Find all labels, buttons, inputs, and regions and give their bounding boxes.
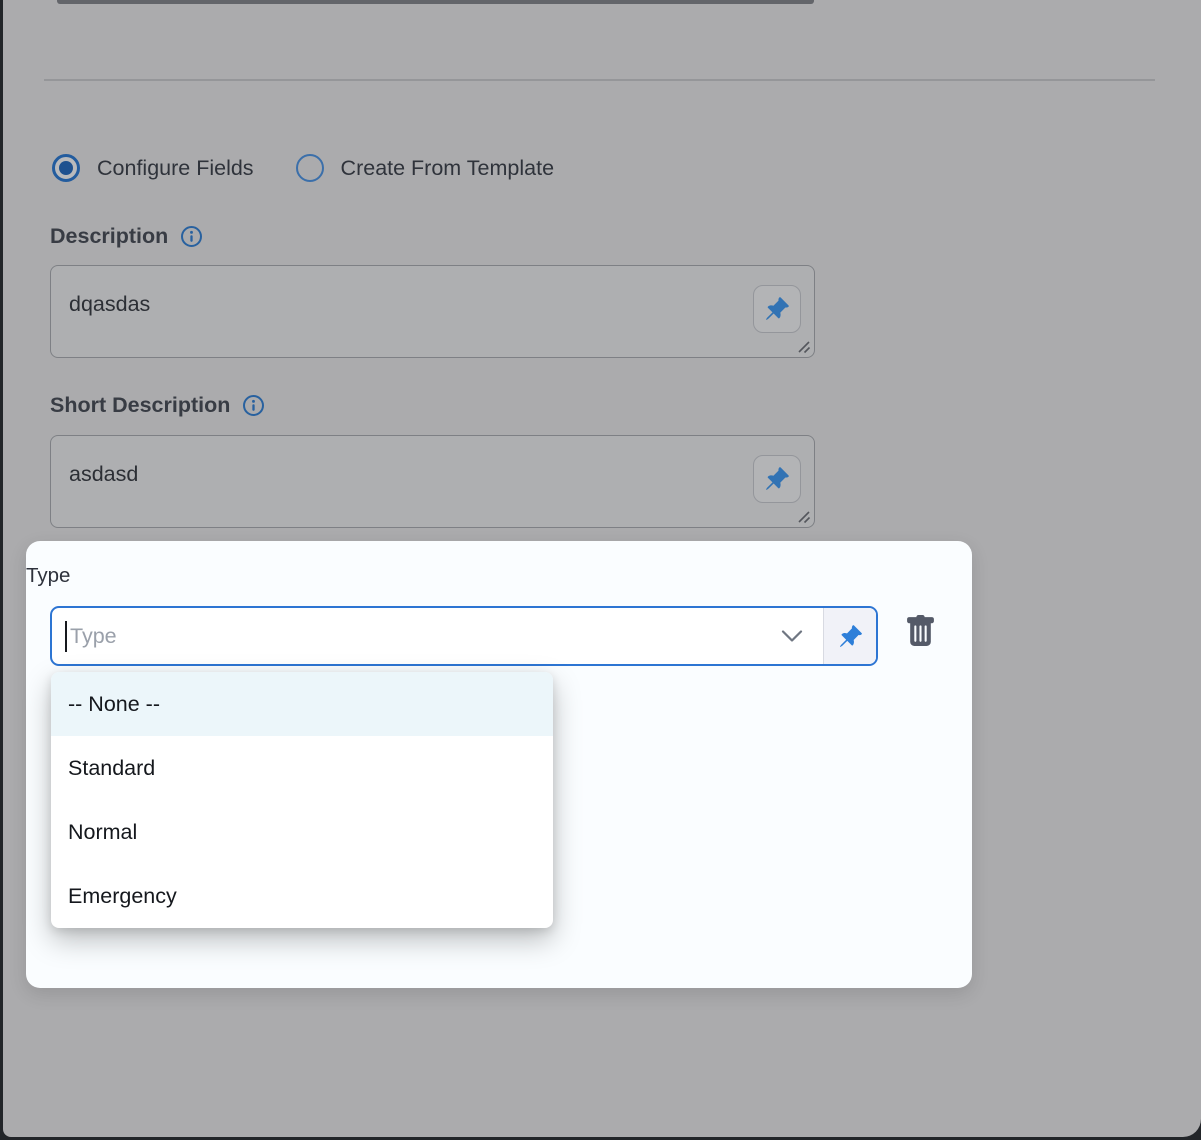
radio-option-create-from-template[interactable]: Create From Template	[296, 154, 555, 182]
section-divider	[44, 79, 1155, 81]
type-combobox-input[interactable]: Type	[52, 608, 823, 664]
radio-label: Configure Fields	[97, 156, 254, 181]
delete-field-button[interactable]	[898, 608, 942, 654]
resize-handle[interactable]	[796, 509, 811, 524]
radio-unselected-icon[interactable]	[296, 154, 324, 182]
type-dropdown-list: -- None -- Standard Normal Emergency	[51, 672, 553, 928]
dropdown-option-emergency[interactable]: Emergency	[51, 864, 553, 928]
type-combobox[interactable]: Type	[50, 606, 878, 666]
radio-selected-icon[interactable]	[52, 154, 80, 182]
page-background: Configure Fields Create From Template De…	[0, 0, 1201, 1140]
dropdown-option-none[interactable]: -- None --	[51, 672, 553, 736]
description-label: Description	[50, 224, 168, 249]
pin-button[interactable]	[753, 285, 801, 333]
type-label: Type	[26, 564, 70, 588]
description-value: dqasdas	[69, 292, 150, 317]
short-description-label: Short Description	[50, 393, 230, 418]
resize-handle[interactable]	[796, 339, 811, 354]
chevron-down-icon[interactable]	[781, 629, 803, 643]
radio-option-configure-fields[interactable]: Configure Fields	[52, 154, 254, 182]
trash-icon	[904, 613, 937, 650]
info-icon[interactable]	[242, 394, 265, 417]
pushpin-icon	[838, 624, 863, 649]
pin-button[interactable]	[753, 455, 801, 503]
dropdown-option-normal[interactable]: Normal	[51, 800, 553, 864]
creation-mode-radio-group: Configure Fields Create From Template	[52, 154, 554, 182]
info-icon[interactable]	[180, 225, 203, 248]
pushpin-icon	[764, 466, 790, 492]
short-description-label-row: Short Description	[50, 393, 265, 418]
dropdown-option-standard[interactable]: Standard	[51, 736, 553, 800]
pin-button[interactable]	[823, 608, 876, 664]
description-textarea[interactable]: dqasdas	[50, 265, 815, 358]
cropped-field-bottom-edge	[57, 0, 814, 4]
type-placeholder: Type	[70, 624, 117, 649]
text-cursor	[65, 621, 67, 652]
short-description-textarea[interactable]: asdasd	[50, 435, 815, 528]
short-description-value: asdasd	[69, 462, 138, 487]
pushpin-icon	[764, 296, 790, 322]
description-label-row: Description	[50, 224, 203, 249]
radio-label: Create From Template	[341, 156, 555, 181]
